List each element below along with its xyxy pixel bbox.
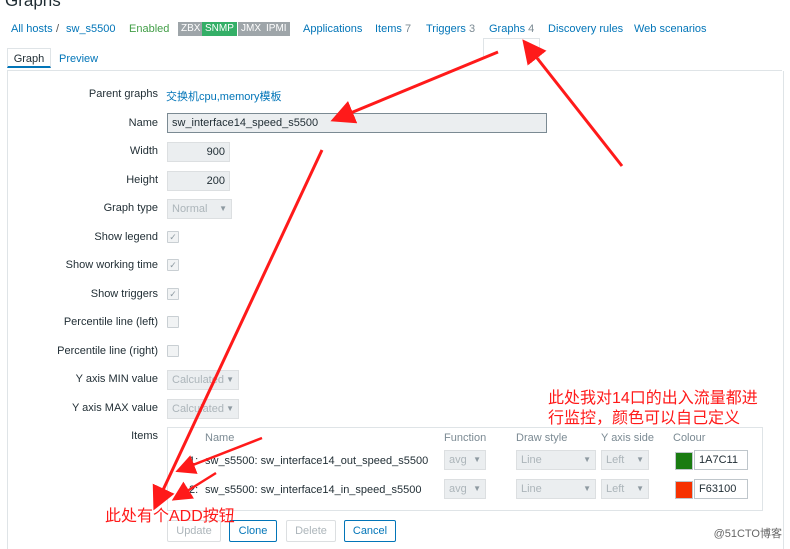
name-input[interactable]: sw_interface14_speed_s5500 <box>167 113 547 133</box>
chevron-down-icon: ▼ <box>636 484 644 493</box>
table-row: 2: sw_s5500: sw_interface14_in_speed_s55… <box>168 477 762 505</box>
clone-button[interactable]: Clone <box>229 520 277 542</box>
show-working-time-checkbox[interactable]: ✓ <box>167 259 179 271</box>
annotation-add-note: 此处有个ADD按钮 <box>105 508 235 525</box>
ymax-label: Y axis MAX value <box>71 402 158 414</box>
y-axis-side-value: Left <box>606 483 625 495</box>
name-label: Name <box>128 117 158 129</box>
graph-type-select[interactable]: Normal ▼ <box>167 199 232 219</box>
percentile-right-checkbox[interactable] <box>167 345 179 357</box>
nav-graphs-count: 4 <box>528 23 535 35</box>
tab-graph[interactable]: Graph <box>7 48 51 68</box>
header-function: Function <box>444 432 487 444</box>
nav-triggers-label: Triggers <box>426 23 466 35</box>
chevron-down-icon: ▼ <box>636 455 644 464</box>
badge-snmp: SNMP <box>202 22 237 36</box>
width-label: Width <box>129 145 158 157</box>
annotation-items-note: 此处我对14口的出入流量都进 行监控，颜色可以自己定义 <box>548 389 758 429</box>
function-value: avg <box>449 483 467 495</box>
colour-input[interactable]: F63100 <box>694 479 748 499</box>
percentile-right-label: Percentile line (right) <box>57 345 158 357</box>
nav-discovery-rules[interactable]: Discovery rules <box>548 23 623 35</box>
y-axis-side-select[interactable]: Left ▼ <box>601 450 649 470</box>
function-select[interactable]: avg ▼ <box>444 450 486 470</box>
cancel-button[interactable]: Cancel <box>344 520 396 542</box>
width-input[interactable]: 900 <box>167 142 230 162</box>
ymax-value: Calculated <box>172 403 224 415</box>
tab-preview[interactable]: Preview <box>59 53 98 65</box>
ymin-select[interactable]: Calculated ▼ <box>167 370 239 390</box>
nav-items-count: 7 <box>404 23 412 35</box>
badge-jmx: JMX <box>238 22 264 36</box>
items-table: Name Function Draw style Y axis side Col… <box>167 427 763 511</box>
chevron-down-icon: ▼ <box>583 484 591 493</box>
items-label: Items <box>131 430 158 442</box>
form-tabs: Graph Preview <box>7 48 782 71</box>
row-index: 2: <box>189 484 199 496</box>
row-index: 1: <box>189 455 199 467</box>
draw-style-value: Line <box>521 454 542 466</box>
show-triggers-label: Show triggers <box>90 288 158 300</box>
ymin-label: Y axis MIN value <box>75 373 158 385</box>
colour-input[interactable]: 1A7C11 <box>694 450 748 470</box>
nav-web-scenarios[interactable]: Web scenarios <box>634 23 707 35</box>
parent-graphs-label: Parent graphs <box>88 88 158 100</box>
header-y-axis-side: Y axis side <box>601 432 654 444</box>
height-label: Height <box>126 174 158 186</box>
draw-style-select[interactable]: Line ▼ <box>516 450 596 470</box>
percentile-left-checkbox[interactable] <box>167 316 179 328</box>
item-name-link[interactable]: sw_s5500: sw_interface14_out_speed_s5500 <box>205 455 428 467</box>
nav-applications[interactable]: Applications <box>303 23 362 35</box>
host-navigation: All hosts / sw_s5500 Enabled ZBX SNMP JM… <box>0 18 790 59</box>
nav-graphs[interactable]: Graphs 4 <box>489 23 534 35</box>
chevron-down-icon: ▼ <box>473 484 481 493</box>
y-axis-side-select[interactable]: Left ▼ <box>601 479 649 499</box>
annotation-line-1: 此处我对14口的出入流量都进 <box>548 390 758 407</box>
nav-triggers[interactable]: Triggers 3 <box>426 23 475 35</box>
draw-style-value: Line <box>521 483 542 495</box>
graph-type-value: Normal <box>172 203 208 215</box>
chevron-down-icon: ▼ <box>583 455 591 464</box>
header-name: Name <box>205 432 235 444</box>
watermark: @51CTO博客 <box>713 528 782 540</box>
breadcrumb-separator: / <box>56 23 60 35</box>
graph-type-label: Graph type <box>103 202 158 214</box>
chevron-down-icon: ▼ <box>226 375 234 384</box>
draw-style-select[interactable]: Line ▼ <box>516 479 596 499</box>
ymin-value: Calculated <box>172 374 224 386</box>
badge-ipmi: IPMI <box>263 22 290 36</box>
badge-zbx: ZBX <box>178 22 204 36</box>
nav-items-label: Items <box>375 23 402 35</box>
nav-items[interactable]: Items 7 <box>375 23 411 35</box>
colour-swatch[interactable] <box>675 481 693 499</box>
ymax-select[interactable]: Calculated ▼ <box>167 399 239 419</box>
page-title: Graphs <box>5 0 61 10</box>
chevron-down-icon: ▼ <box>473 455 481 464</box>
show-working-time-label: Show working time <box>65 259 158 271</box>
item-name-link[interactable]: sw_s5500: sw_interface14_in_speed_s5500 <box>205 484 422 496</box>
table-row: 1: sw_s5500: sw_interface14_out_speed_s5… <box>168 448 762 476</box>
function-value: avg <box>449 454 467 466</box>
annotation-line-2: 行监控，颜色可以自己定义 <box>548 410 741 427</box>
parent-graphs-link[interactable]: 交换机cpu,memory模板 <box>166 88 282 104</box>
breadcrumb-host[interactable]: sw_s5500 <box>66 23 116 35</box>
chevron-down-icon: ▼ <box>219 204 227 213</box>
nav-triggers-count: 3 <box>469 23 476 35</box>
show-legend-label: Show legend <box>94 231 158 243</box>
breadcrumb-all-hosts[interactable]: All hosts <box>11 23 53 35</box>
function-select[interactable]: avg ▼ <box>444 479 486 499</box>
header-colour: Colour <box>673 432 706 444</box>
host-status[interactable]: Enabled <box>129 23 169 35</box>
nav-graphs-label: Graphs <box>489 23 526 35</box>
show-triggers-checkbox[interactable]: ✓ <box>167 288 179 300</box>
colour-swatch[interactable] <box>675 452 693 470</box>
delete-button[interactable]: Delete <box>286 520 336 542</box>
percentile-left-label: Percentile line (left) <box>63 316 158 328</box>
header-draw-style: Draw style <box>516 432 568 444</box>
show-legend-checkbox[interactable]: ✓ <box>167 231 179 243</box>
chevron-down-icon: ▼ <box>226 404 234 413</box>
height-input[interactable]: 200 <box>167 171 230 191</box>
y-axis-side-value: Left <box>606 454 625 466</box>
